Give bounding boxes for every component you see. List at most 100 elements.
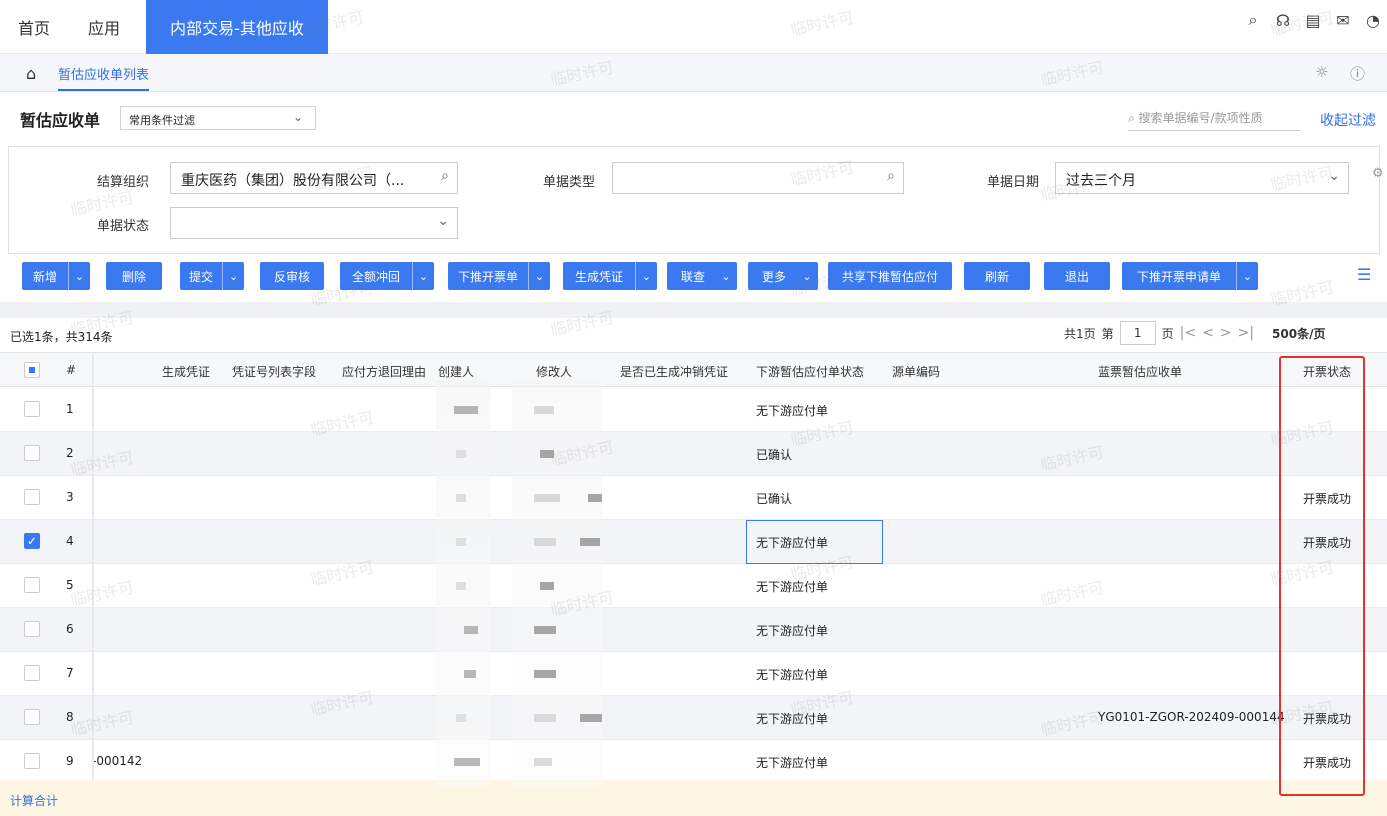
push-invoice-request-button[interactable]: 下推开票申请单 ⌄ bbox=[1122, 262, 1258, 290]
link-query-button[interactable]: 联查 ⌄ bbox=[667, 262, 737, 290]
delete-button[interactable]: 删除 bbox=[106, 262, 162, 290]
home-icon[interactable]: ⌂ bbox=[26, 64, 36, 83]
row-checkbox[interactable] bbox=[24, 621, 40, 637]
row-number: 7 bbox=[66, 666, 74, 680]
table-row[interactable]: 8 无下游应付单 YG0101-ZGOR-202409-000144 开票成功 bbox=[0, 696, 1387, 740]
downstream-status-cell: 无下游应付单 bbox=[756, 668, 829, 682]
settings-icon[interactable]: ⚙ bbox=[1372, 166, 1384, 181]
page-title: 暂估应收单 bbox=[20, 111, 101, 130]
row-checkbox[interactable] bbox=[24, 445, 40, 461]
chevron-down-icon: ⌄ bbox=[1328, 168, 1340, 184]
table-row[interactable]: 5 无下游应付单 bbox=[0, 564, 1387, 608]
prev-page-icon[interactable]: < bbox=[1202, 325, 1214, 341]
downstream-status-cell: 已确认 bbox=[756, 492, 793, 506]
table-row[interactable]: 6 无下游应付单 bbox=[0, 608, 1387, 652]
col-downstream-status[interactable]: 下游暂估应付单状态 bbox=[756, 363, 864, 380]
table-row[interactable]: 9 -000142 无下游应付单 开票成功 bbox=[0, 740, 1387, 784]
col-gen-voucher[interactable]: 生成凭证 bbox=[162, 363, 210, 380]
submit-button[interactable]: 提交 ⌄ bbox=[180, 262, 244, 290]
nav-home[interactable]: 首页 bbox=[4, 0, 64, 54]
chevron-down-icon[interactable]: ⌄ bbox=[635, 262, 657, 290]
chevron-down-icon[interactable]: ⌄ bbox=[222, 262, 244, 290]
add-button[interactable]: 新增 ⌄ bbox=[22, 262, 90, 290]
search-input[interactable]: ⌕ 搜索单据编号/款项性质 bbox=[1128, 109, 1300, 131]
row-checkbox[interactable] bbox=[24, 489, 40, 505]
col-voucher-field[interactable]: 凭证号列表字段 bbox=[232, 363, 316, 380]
date-field[interactable]: 过去三个月 ⌄ bbox=[1055, 162, 1349, 194]
gen-voucher-button[interactable]: 生成凭证 ⌄ bbox=[563, 262, 657, 290]
exit-button[interactable]: 退出 bbox=[1044, 262, 1110, 290]
chevron-down-icon[interactable]: ⌄ bbox=[412, 262, 434, 290]
row-checkbox[interactable] bbox=[24, 753, 40, 769]
mail-icon[interactable]: ✉ bbox=[1333, 11, 1353, 30]
row-number: 1 bbox=[66, 402, 74, 416]
org-field[interactable]: 重庆医药（集团）股份有限公司（... ⌕ bbox=[170, 162, 458, 194]
lightbulb-icon[interactable]: ☼ bbox=[1315, 63, 1328, 81]
pager-ye: 页 bbox=[1161, 326, 1174, 341]
search-icon[interactable]: ⌕ bbox=[887, 168, 895, 184]
headset-icon[interactable]: ☊ bbox=[1273, 11, 1293, 30]
nav-tab-internal-trade[interactable]: 内部交易-其他应收 bbox=[146, 0, 328, 54]
collapse-filter-link[interactable]: 收起过滤 bbox=[1320, 110, 1376, 130]
nav-apps[interactable]: 应用 bbox=[74, 0, 134, 54]
row-checkbox[interactable] bbox=[24, 665, 40, 681]
date-value: 过去三个月 bbox=[1066, 173, 1136, 189]
invoice-status-highlight-box bbox=[1279, 356, 1365, 796]
unaudit-button[interactable]: 反审核 bbox=[260, 262, 324, 290]
row-checkbox[interactable] bbox=[24, 709, 40, 725]
col-blue-bill[interactable]: 蓝票暂估应收单 bbox=[1098, 363, 1182, 380]
table-row[interactable]: 3 已确认 开票成功 bbox=[0, 476, 1387, 520]
downstream-status-cell: 无下游应付单 bbox=[756, 712, 829, 726]
link-query-label: 联查 bbox=[680, 269, 705, 284]
full-reverse-button[interactable]: 全额冲回 ⌄ bbox=[340, 262, 434, 290]
push-invoice-button[interactable]: 下推开票单 ⌄ bbox=[448, 262, 550, 290]
page-number-input[interactable]: 1 bbox=[1119, 321, 1156, 345]
grid-header: # 生成凭证 凭证号列表字段 应付方退回理由 创建人 修改人 是否已生成冲销凭证… bbox=[0, 352, 1387, 387]
select-all-checkbox[interactable] bbox=[24, 362, 40, 378]
first-page-icon[interactable]: |< bbox=[1180, 325, 1196, 341]
col-modifier[interactable]: 修改人 bbox=[536, 363, 572, 380]
row-checkbox[interactable] bbox=[24, 577, 40, 593]
search-icon[interactable]: ⌕ bbox=[441, 168, 449, 184]
user-icon[interactable]: ◔ bbox=[1363, 11, 1383, 30]
doctype-field[interactable]: ⌕ bbox=[612, 162, 904, 194]
chevron-down-icon: ⌄ bbox=[437, 213, 449, 229]
more-button[interactable]: 更多 ⌄ bbox=[748, 262, 818, 290]
chevron-down-icon[interactable]: ⌄ bbox=[715, 262, 737, 290]
chevron-down-icon[interactable]: ⌄ bbox=[68, 262, 90, 290]
active-cell-border[interactable] bbox=[746, 520, 883, 564]
push-invoice-request-label: 下推开票申请单 bbox=[1136, 269, 1221, 284]
chevron-down-icon[interactable]: ⌄ bbox=[796, 262, 818, 290]
chevron-down-icon[interactable]: ⌄ bbox=[1236, 262, 1258, 290]
share-push-button[interactable]: 共享下推暂估应付 bbox=[828, 262, 952, 290]
table-row[interactable]: 1 无下游应付单 bbox=[0, 388, 1387, 432]
last-page-icon[interactable]: >| bbox=[1238, 325, 1254, 341]
col-creator[interactable]: 创建人 bbox=[438, 363, 474, 380]
menu-icon[interactable]: ☰ bbox=[1357, 265, 1371, 284]
breadcrumb: ⌂ 暂估应收单列表 ☼ ⓘ bbox=[0, 54, 1387, 92]
row-checkbox[interactable]: ✓ bbox=[24, 533, 40, 549]
downstream-status-cell: 无下游应付单 bbox=[756, 756, 829, 770]
table-row[interactable]: 7 无下游应付单 bbox=[0, 652, 1387, 696]
status-field[interactable]: ⌄ bbox=[170, 207, 458, 239]
filter-panel: 结算组织 重庆医药（集团）股份有限公司（... ⌕ 单据类型 ⌕ 单据日期 过去… bbox=[8, 146, 1380, 254]
col-reverse-voucher[interactable]: 是否已生成冲销凭证 bbox=[620, 363, 728, 380]
table-row[interactable]: ✓ 4 无下游应付单 开票成功 bbox=[0, 520, 1387, 564]
frozen-column-divider bbox=[92, 352, 94, 792]
table-row[interactable]: 2 已确认 bbox=[0, 432, 1387, 476]
page-size-select[interactable]: 500条/页 bbox=[1272, 325, 1325, 342]
filter-scheme-select[interactable]: 常用条件过滤 ⌄ bbox=[120, 106, 316, 130]
col-return-reason[interactable]: 应付方退回理由 bbox=[342, 363, 426, 380]
breadcrumb-page-link[interactable]: 暂估应收单列表 bbox=[58, 64, 150, 91]
summary-label[interactable]: 计算合计 bbox=[10, 792, 58, 809]
chevron-down-icon[interactable]: ⌄ bbox=[528, 262, 550, 290]
row-checkbox[interactable] bbox=[24, 401, 40, 417]
refresh-button[interactable]: 刷新 bbox=[964, 262, 1030, 290]
help-icon[interactable]: ⓘ bbox=[1350, 63, 1365, 84]
col-source-no[interactable]: 源单编码 bbox=[892, 363, 940, 380]
downstream-status-cell: 无下游应付单 bbox=[756, 404, 829, 418]
row-number: 3 bbox=[66, 490, 74, 504]
search-icon[interactable]: ⌕ bbox=[1243, 10, 1263, 30]
next-page-icon[interactable]: > bbox=[1220, 325, 1232, 341]
document-icon[interactable]: ▤ bbox=[1303, 11, 1323, 30]
